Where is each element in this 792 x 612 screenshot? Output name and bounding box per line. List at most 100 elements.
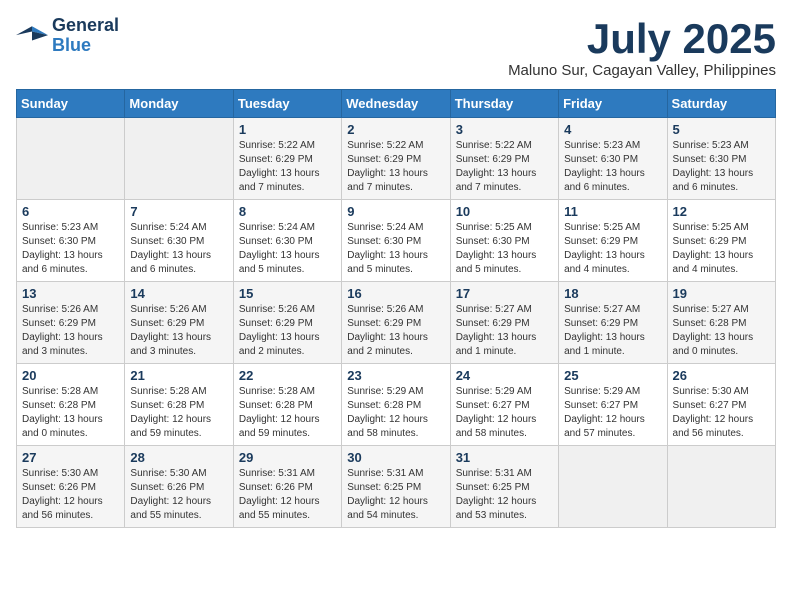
day-number: 3	[456, 122, 553, 137]
calendar-cell: 21 Sunrise: 5:28 AM Sunset: 6:28 PM Dayli…	[125, 364, 233, 446]
calendar-cell: 5Sunrise: 5:23 AM Sunset: 6:30 PM Daylig…	[667, 118, 775, 200]
calendar-cell: 4 Sunrise: 5:23 AM Sunset: 6:30 PM Daylig…	[559, 118, 667, 200]
location: Maluno Sur, Cagayan Valley, Philippines	[508, 62, 776, 79]
day-info: Sunrise: 5:28 AM Sunset: 6:28 PM Dayligh…	[239, 385, 336, 441]
day-number: 17	[456, 286, 553, 301]
day-number: 1	[239, 122, 336, 137]
calendar-cell: 13 Sunrise: 5:26 AM Sunset: 6:29 PM Dayli…	[17, 282, 125, 364]
calendar-cell: 14 Sunrise: 5:26 AM Sunset: 6:29 PM Dayli…	[125, 282, 233, 364]
calendar-cell: 23Sunrise: 5:29 AM Sunset: 6:28 PM Dayli…	[342, 364, 450, 446]
day-info: Sunrise: 5:26 AM Sunset: 6:29 PM Dayligh…	[130, 303, 227, 359]
calendar-cell: 1 Sunrise: 5:22 AM Sunset: 6:29 PM Daylig…	[233, 118, 341, 200]
day-info: Sunrise: 5:24 AM Sunset: 6:30 PM Dayligh…	[130, 221, 227, 277]
calendar-cell: 6 Sunrise: 5:23 AM Sunset: 6:30 PM Daylig…	[17, 200, 125, 282]
calendar-cell: 28 Sunrise: 5:30 AM Sunset: 6:26 PM Dayli…	[125, 446, 233, 528]
day-number: 15	[239, 286, 336, 301]
title-area: July 2025 Maluno Sur, Cagayan Valley, Ph…	[508, 16, 776, 79]
calendar-cell	[667, 446, 775, 528]
day-info: Sunrise: 5:30 AM Sunset: 6:27 PM Dayligh…	[673, 385, 770, 441]
page-header: General Blue July 2025 Maluno Sur, Cagay…	[16, 16, 776, 79]
day-info: Sunrise: 5:31 AM Sunset: 6:25 PM Dayligh…	[347, 467, 444, 523]
day-info: Sunrise: 5:23 AM Sunset: 6:30 PM Dayligh…	[564, 139, 661, 195]
day-info: Sunrise: 5:27 AM Sunset: 6:29 PM Dayligh…	[456, 303, 553, 359]
weekday-header-saturday: Saturday	[667, 90, 775, 118]
day-info: Sunrise: 5:26 AM Sunset: 6:29 PM Dayligh…	[347, 303, 444, 359]
calendar-cell: 9Sunrise: 5:24 AM Sunset: 6:30 PM Daylig…	[342, 200, 450, 282]
weekday-header-monday: Monday	[125, 90, 233, 118]
day-info: Sunrise: 5:27 AM Sunset: 6:29 PM Dayligh…	[564, 303, 661, 359]
day-info: Sunrise: 5:31 AM Sunset: 6:26 PM Dayligh…	[239, 467, 336, 523]
day-number: 6	[22, 204, 119, 219]
calendar-week-1: 1 Sunrise: 5:22 AM Sunset: 6:29 PM Daylig…	[17, 118, 776, 200]
day-info: Sunrise: 5:29 AM Sunset: 6:27 PM Dayligh…	[456, 385, 553, 441]
calendar-cell	[125, 118, 233, 200]
calendar-cell: 8Sunrise: 5:24 AM Sunset: 6:30 PM Daylig…	[233, 200, 341, 282]
calendar-cell: 20 Sunrise: 5:28 AM Sunset: 6:28 PM Dayli…	[17, 364, 125, 446]
calendar-week-4: 20 Sunrise: 5:28 AM Sunset: 6:28 PM Dayli…	[17, 364, 776, 446]
weekday-header-row: SundayMondayTuesdayWednesdayThursdayFrid…	[17, 90, 776, 118]
logo-icon	[16, 22, 48, 50]
calendar-cell: 12 Sunrise: 5:25 AM Sunset: 6:29 PM Dayli…	[667, 200, 775, 282]
day-info: Sunrise: 5:29 AM Sunset: 6:28 PM Dayligh…	[347, 385, 444, 441]
day-number: 29	[239, 450, 336, 465]
logo: General Blue	[16, 16, 119, 56]
day-info: Sunrise: 5:30 AM Sunset: 6:26 PM Dayligh…	[130, 467, 227, 523]
day-info: Sunrise: 5:26 AM Sunset: 6:29 PM Dayligh…	[22, 303, 119, 359]
day-number: 24	[456, 368, 553, 383]
day-info: Sunrise: 5:23 AM Sunset: 6:30 PM Dayligh…	[22, 221, 119, 277]
calendar-cell: 11Sunrise: 5:25 AM Sunset: 6:29 PM Dayli…	[559, 200, 667, 282]
calendar-cell	[559, 446, 667, 528]
calendar-cell: 7 Sunrise: 5:24 AM Sunset: 6:30 PM Daylig…	[125, 200, 233, 282]
day-number: 27	[22, 450, 119, 465]
calendar-cell	[17, 118, 125, 200]
day-number: 8	[239, 204, 336, 219]
calendar-cell: 24 Sunrise: 5:29 AM Sunset: 6:27 PM Dayli…	[450, 364, 558, 446]
calendar-cell: 26Sunrise: 5:30 AM Sunset: 6:27 PM Dayli…	[667, 364, 775, 446]
weekday-header-sunday: Sunday	[17, 90, 125, 118]
day-number: 11	[564, 204, 661, 219]
calendar-week-5: 27 Sunrise: 5:30 AM Sunset: 6:26 PM Dayli…	[17, 446, 776, 528]
calendar-week-2: 6 Sunrise: 5:23 AM Sunset: 6:30 PM Daylig…	[17, 200, 776, 282]
day-info: Sunrise: 5:28 AM Sunset: 6:28 PM Dayligh…	[130, 385, 227, 441]
day-number: 19	[673, 286, 770, 301]
day-info: Sunrise: 5:28 AM Sunset: 6:28 PM Dayligh…	[22, 385, 119, 441]
day-info: Sunrise: 5:27 AM Sunset: 6:28 PM Dayligh…	[673, 303, 770, 359]
day-info: Sunrise: 5:30 AM Sunset: 6:26 PM Dayligh…	[22, 467, 119, 523]
day-number: 28	[130, 450, 227, 465]
calendar-cell: 17 Sunrise: 5:27 AM Sunset: 6:29 PM Dayli…	[450, 282, 558, 364]
day-number: 12	[673, 204, 770, 219]
calendar-cell: 10Sunrise: 5:25 AM Sunset: 6:30 PM Dayli…	[450, 200, 558, 282]
calendar-cell: 31Sunrise: 5:31 AM Sunset: 6:25 PM Dayli…	[450, 446, 558, 528]
day-info: Sunrise: 5:25 AM Sunset: 6:30 PM Dayligh…	[456, 221, 553, 277]
weekday-header-wednesday: Wednesday	[342, 90, 450, 118]
day-info: Sunrise: 5:25 AM Sunset: 6:29 PM Dayligh…	[673, 221, 770, 277]
day-number: 18	[564, 286, 661, 301]
day-number: 13	[22, 286, 119, 301]
day-number: 30	[347, 450, 444, 465]
calendar-cell: 2Sunrise: 5:22 AM Sunset: 6:29 PM Daylig…	[342, 118, 450, 200]
calendar-cell: 18 Sunrise: 5:27 AM Sunset: 6:29 PM Dayli…	[559, 282, 667, 364]
day-info: Sunrise: 5:29 AM Sunset: 6:27 PM Dayligh…	[564, 385, 661, 441]
calendar-cell: 22 Sunrise: 5:28 AM Sunset: 6:28 PM Dayli…	[233, 364, 341, 446]
day-number: 21	[130, 368, 227, 383]
calendar-cell: 27 Sunrise: 5:30 AM Sunset: 6:26 PM Dayli…	[17, 446, 125, 528]
calendar-cell: 30 Sunrise: 5:31 AM Sunset: 6:25 PM Dayli…	[342, 446, 450, 528]
day-number: 14	[130, 286, 227, 301]
calendar-cell: 15Sunrise: 5:26 AM Sunset: 6:29 PM Dayli…	[233, 282, 341, 364]
weekday-header-tuesday: Tuesday	[233, 90, 341, 118]
calendar-cell: 3Sunrise: 5:22 AM Sunset: 6:29 PM Daylig…	[450, 118, 558, 200]
day-number: 20	[22, 368, 119, 383]
day-number: 22	[239, 368, 336, 383]
day-number: 4	[564, 122, 661, 137]
day-number: 7	[130, 204, 227, 219]
calendar-cell: 16 Sunrise: 5:26 AM Sunset: 6:29 PM Dayli…	[342, 282, 450, 364]
weekday-header-thursday: Thursday	[450, 90, 558, 118]
month-title: July 2025	[508, 16, 776, 62]
day-number: 16	[347, 286, 444, 301]
calendar-cell: 19 Sunrise: 5:27 AM Sunset: 6:28 PM Dayli…	[667, 282, 775, 364]
calendar-cell: 29 Sunrise: 5:31 AM Sunset: 6:26 PM Dayli…	[233, 446, 341, 528]
calendar-table: SundayMondayTuesdayWednesdayThursdayFrid…	[16, 89, 776, 528]
day-number: 9	[347, 204, 444, 219]
calendar-cell: 25Sunrise: 5:29 AM Sunset: 6:27 PM Dayli…	[559, 364, 667, 446]
day-info: Sunrise: 5:22 AM Sunset: 6:29 PM Dayligh…	[239, 139, 336, 195]
